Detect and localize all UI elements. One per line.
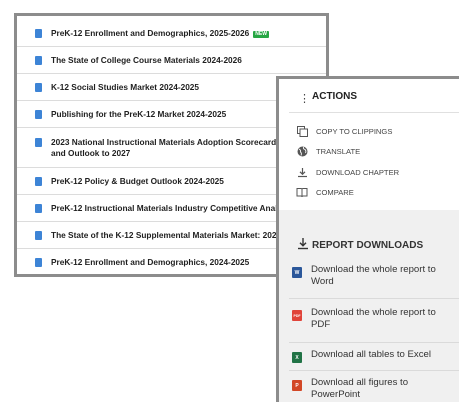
- report-downloads-title: REPORT DOWNLOADS: [312, 239, 424, 251]
- report-item[interactable]: PreK-12 Enrollment and Demographics, 202…: [17, 16, 326, 47]
- word-icon: W: [292, 267, 302, 278]
- globe-icon: [296, 145, 308, 157]
- document-icon: [35, 138, 42, 147]
- document-icon: [35, 258, 42, 267]
- report-title[interactable]: 2023 National Instructional Materials Ad…: [51, 137, 291, 159]
- download-powerpoint-link[interactable]: P Download all figures to PowerPoint: [292, 377, 459, 401]
- divider: [289, 342, 459, 343]
- report-item[interactable]: The State of College Course Materials 20…: [17, 47, 326, 74]
- divider: [289, 370, 459, 371]
- action-label: COMPARE: [316, 187, 354, 197]
- report-downloads-section: REPORT DOWNLOADS W Download the whole re…: [279, 210, 459, 402]
- download-label[interactable]: Download all tables to Excel: [311, 349, 451, 361]
- download-pdf-link[interactable]: PDF Download the whole report to PDF: [292, 307, 459, 331]
- divider: [289, 112, 459, 113]
- download-label[interactable]: Download the whole report to Word: [311, 264, 451, 288]
- actions-header: ⋮ ACTIONS: [279, 79, 459, 117]
- download-label[interactable]: Download all figures to PowerPoint: [311, 377, 451, 401]
- document-icon: [35, 83, 42, 92]
- actions-title: ACTIONS: [312, 91, 357, 102]
- report-downloads-header: REPORT DOWNLOADS: [297, 237, 423, 253]
- document-icon: [35, 204, 42, 213]
- action-label: TRANSLATE: [316, 146, 361, 156]
- new-badge: NEW: [253, 31, 269, 38]
- kebab-menu-icon[interactable]: ⋮: [299, 92, 310, 105]
- book-icon: [296, 186, 308, 198]
- document-icon: [35, 110, 42, 119]
- document-icon: [35, 29, 42, 38]
- document-icon: [35, 177, 42, 186]
- download-word-link[interactable]: W Download the whole report to Word: [292, 264, 459, 288]
- action-label: DOWNLOAD CHAPTER: [316, 167, 400, 177]
- report-title[interactable]: PreK-12 Enrollment and Demographics, 202…: [51, 28, 249, 38]
- document-icon: [35, 231, 42, 240]
- document-icon: [35, 56, 42, 65]
- divider: [289, 298, 459, 299]
- translate-button[interactable]: TRANSLATE: [296, 144, 360, 158]
- actions-panel: ⋮ ACTIONS COPY TO CLIPPINGS TRANSLATE DO…: [276, 76, 459, 402]
- copy-icon: [296, 125, 308, 137]
- download-excel-link[interactable]: X Download all tables to Excel: [292, 349, 459, 363]
- download-icon: [296, 166, 308, 178]
- download-icon: [297, 237, 309, 253]
- action-label: COPY TO CLIPPINGS: [316, 126, 393, 136]
- report-title[interactable]: The State of College Course Materials 20…: [51, 55, 322, 66]
- copy-to-clippings-button[interactable]: COPY TO CLIPPINGS: [296, 124, 392, 138]
- pdf-icon: PDF: [292, 310, 302, 321]
- compare-button[interactable]: COMPARE: [296, 185, 354, 199]
- download-label[interactable]: Download the whole report to PDF: [311, 307, 451, 331]
- excel-icon: X: [292, 352, 302, 363]
- powerpoint-icon: P: [292, 380, 302, 391]
- download-chapter-button[interactable]: DOWNLOAD CHAPTER: [296, 165, 399, 179]
